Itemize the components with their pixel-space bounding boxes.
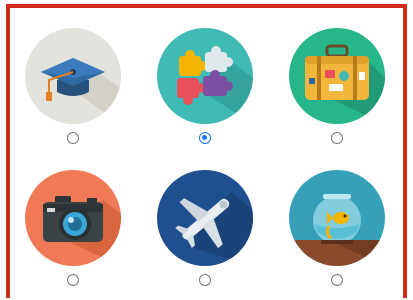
option-suitcase[interactable] <box>282 28 392 152</box>
camera-icon[interactable] <box>25 170 121 266</box>
suitcase-icon[interactable] <box>289 28 385 124</box>
option-airplane[interactable] <box>150 170 260 294</box>
radio-fishbowl[interactable] <box>331 274 343 286</box>
radio-suitcase[interactable] <box>331 132 343 144</box>
radio-airplane[interactable] <box>199 274 211 286</box>
airplane-icon[interactable] <box>157 170 253 266</box>
radio-camera[interactable] <box>67 274 79 286</box>
radio-graduation[interactable] <box>67 132 79 144</box>
radio-puzzle[interactable] <box>199 132 211 144</box>
option-graduation[interactable] <box>18 28 128 152</box>
graduation-cap-icon[interactable] <box>25 28 121 124</box>
puzzle-pieces-icon[interactable] <box>157 28 253 124</box>
option-fishbowl[interactable] <box>282 170 392 294</box>
option-camera[interactable] <box>18 170 128 294</box>
option-puzzle[interactable] <box>150 28 260 152</box>
fishbowl-icon[interactable] <box>289 170 385 266</box>
